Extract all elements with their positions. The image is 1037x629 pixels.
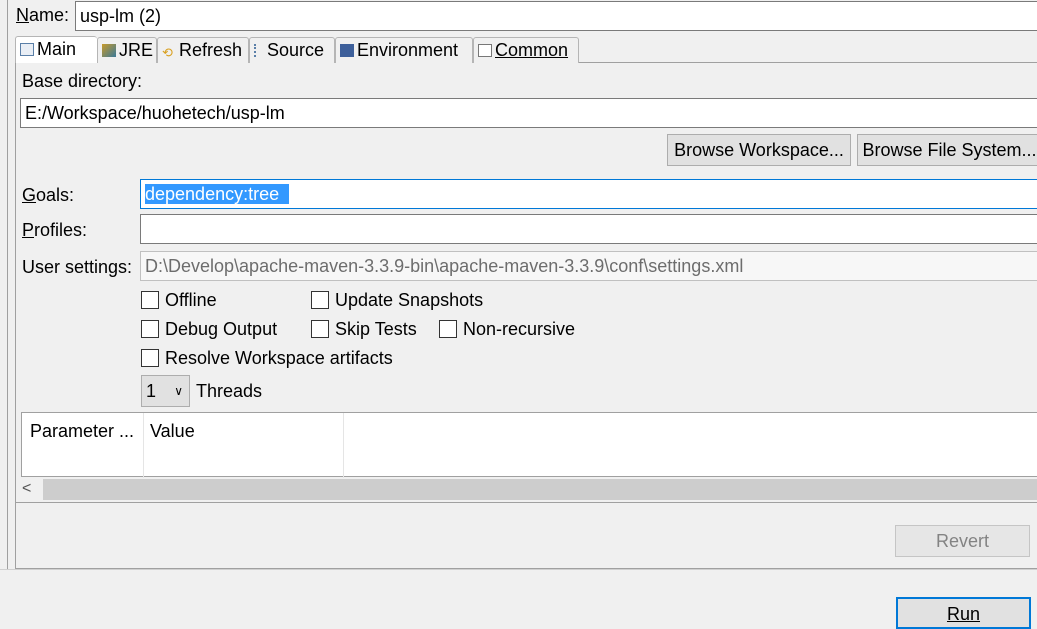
column-header-value[interactable]: Value (150, 421, 195, 442)
tab-label: Main (37, 39, 77, 59)
checkbox-box (141, 291, 159, 309)
run-label: Run (946, 604, 981, 624)
base-directory-input[interactable]: E:/Workspace/huohetech/usp-lm (20, 98, 1037, 128)
tab-label: JRE (119, 40, 154, 60)
parameters-table: Parameter ... Value (21, 412, 1037, 478)
horizontal-scrollbar[interactable]: < (16, 478, 1037, 503)
tab-label: Refresh (179, 40, 243, 60)
user-settings-label: User settings: (22, 257, 133, 277)
checkbox-box (439, 320, 457, 338)
checkbox-label: Skip Tests (335, 319, 417, 339)
non-recursive-checkbox[interactable]: Non-recursive (439, 318, 575, 340)
bottom-divider (0, 569, 1037, 570)
checkbox-box (141, 320, 159, 338)
left-border (7, 0, 8, 570)
goals-selected-text: dependency:tree (145, 184, 290, 204)
offline-checkbox[interactable]: Offline (141, 289, 217, 311)
checkbox-label: Offline (165, 290, 217, 310)
common-icon (478, 44, 492, 57)
column-divider (143, 413, 144, 478)
threads-select[interactable]: 1 ∨ (141, 375, 190, 407)
scrollbar-thumb[interactable] (43, 479, 1037, 500)
checkbox-label: Update Snapshots (335, 290, 484, 310)
environment-icon (340, 44, 354, 57)
refresh-icon: ⟲ (162, 45, 173, 60)
tab-jre[interactable]: JRE (97, 37, 157, 63)
tab-refresh[interactable]: ⟲ Refresh (157, 37, 249, 63)
base-directory-label: Base directory: (22, 71, 143, 91)
resolve-workspace-checkbox[interactable]: Resolve Workspace artifacts (141, 347, 393, 369)
debug-output-checkbox[interactable]: Debug Output (141, 318, 277, 340)
name-input[interactable]: usp-lm (2) (75, 1, 1037, 31)
user-settings-input[interactable]: D:\Develop\apache-maven-3.3.9-bin\apache… (140, 251, 1037, 281)
checkbox-label: Debug Output (165, 319, 278, 339)
browse-workspace-button[interactable]: Browse Workspace... (667, 134, 851, 166)
column-divider (343, 413, 344, 478)
name-label: Name: (16, 5, 70, 25)
revert-button[interactable]: Revert (895, 525, 1030, 557)
tab-label: Common (495, 40, 569, 60)
column-header-parameter[interactable]: Parameter ... (30, 421, 134, 442)
checkbox-box (141, 349, 159, 367)
goals-label: Goals: (22, 185, 75, 205)
browse-file-system-button[interactable]: Browse File System... (857, 134, 1037, 166)
tab-label: Environment (357, 40, 459, 60)
tab-source[interactable]: Source (249, 37, 335, 63)
scroll-left-icon[interactable]: < (22, 480, 31, 498)
checkbox-label: Resolve Workspace artifacts (165, 348, 393, 368)
checkbox-box (311, 291, 329, 309)
tab-environment[interactable]: Environment (335, 37, 473, 63)
goals-input[interactable]: dependency:tree (140, 179, 1037, 209)
tab-main[interactable]: Main (15, 36, 97, 63)
profiles-label: Profiles: (22, 220, 88, 240)
threads-value: 1 (146, 381, 157, 401)
jre-icon (102, 44, 116, 57)
checkbox-box (311, 320, 329, 338)
chevron-down-icon: ∨ (174, 384, 183, 398)
main-tab-icon (20, 43, 34, 56)
profiles-input[interactable] (140, 214, 1037, 244)
update-snapshots-checkbox[interactable]: Update Snapshots (311, 289, 483, 311)
checkbox-label: Non-recursive (463, 319, 576, 339)
tab-label: Source (267, 40, 325, 60)
skip-tests-checkbox[interactable]: Skip Tests (311, 318, 417, 340)
run-button[interactable]: Run (896, 597, 1031, 629)
tab-common[interactable]: Common (473, 37, 579, 63)
threads-label: Threads (196, 381, 263, 401)
source-icon (254, 44, 264, 57)
